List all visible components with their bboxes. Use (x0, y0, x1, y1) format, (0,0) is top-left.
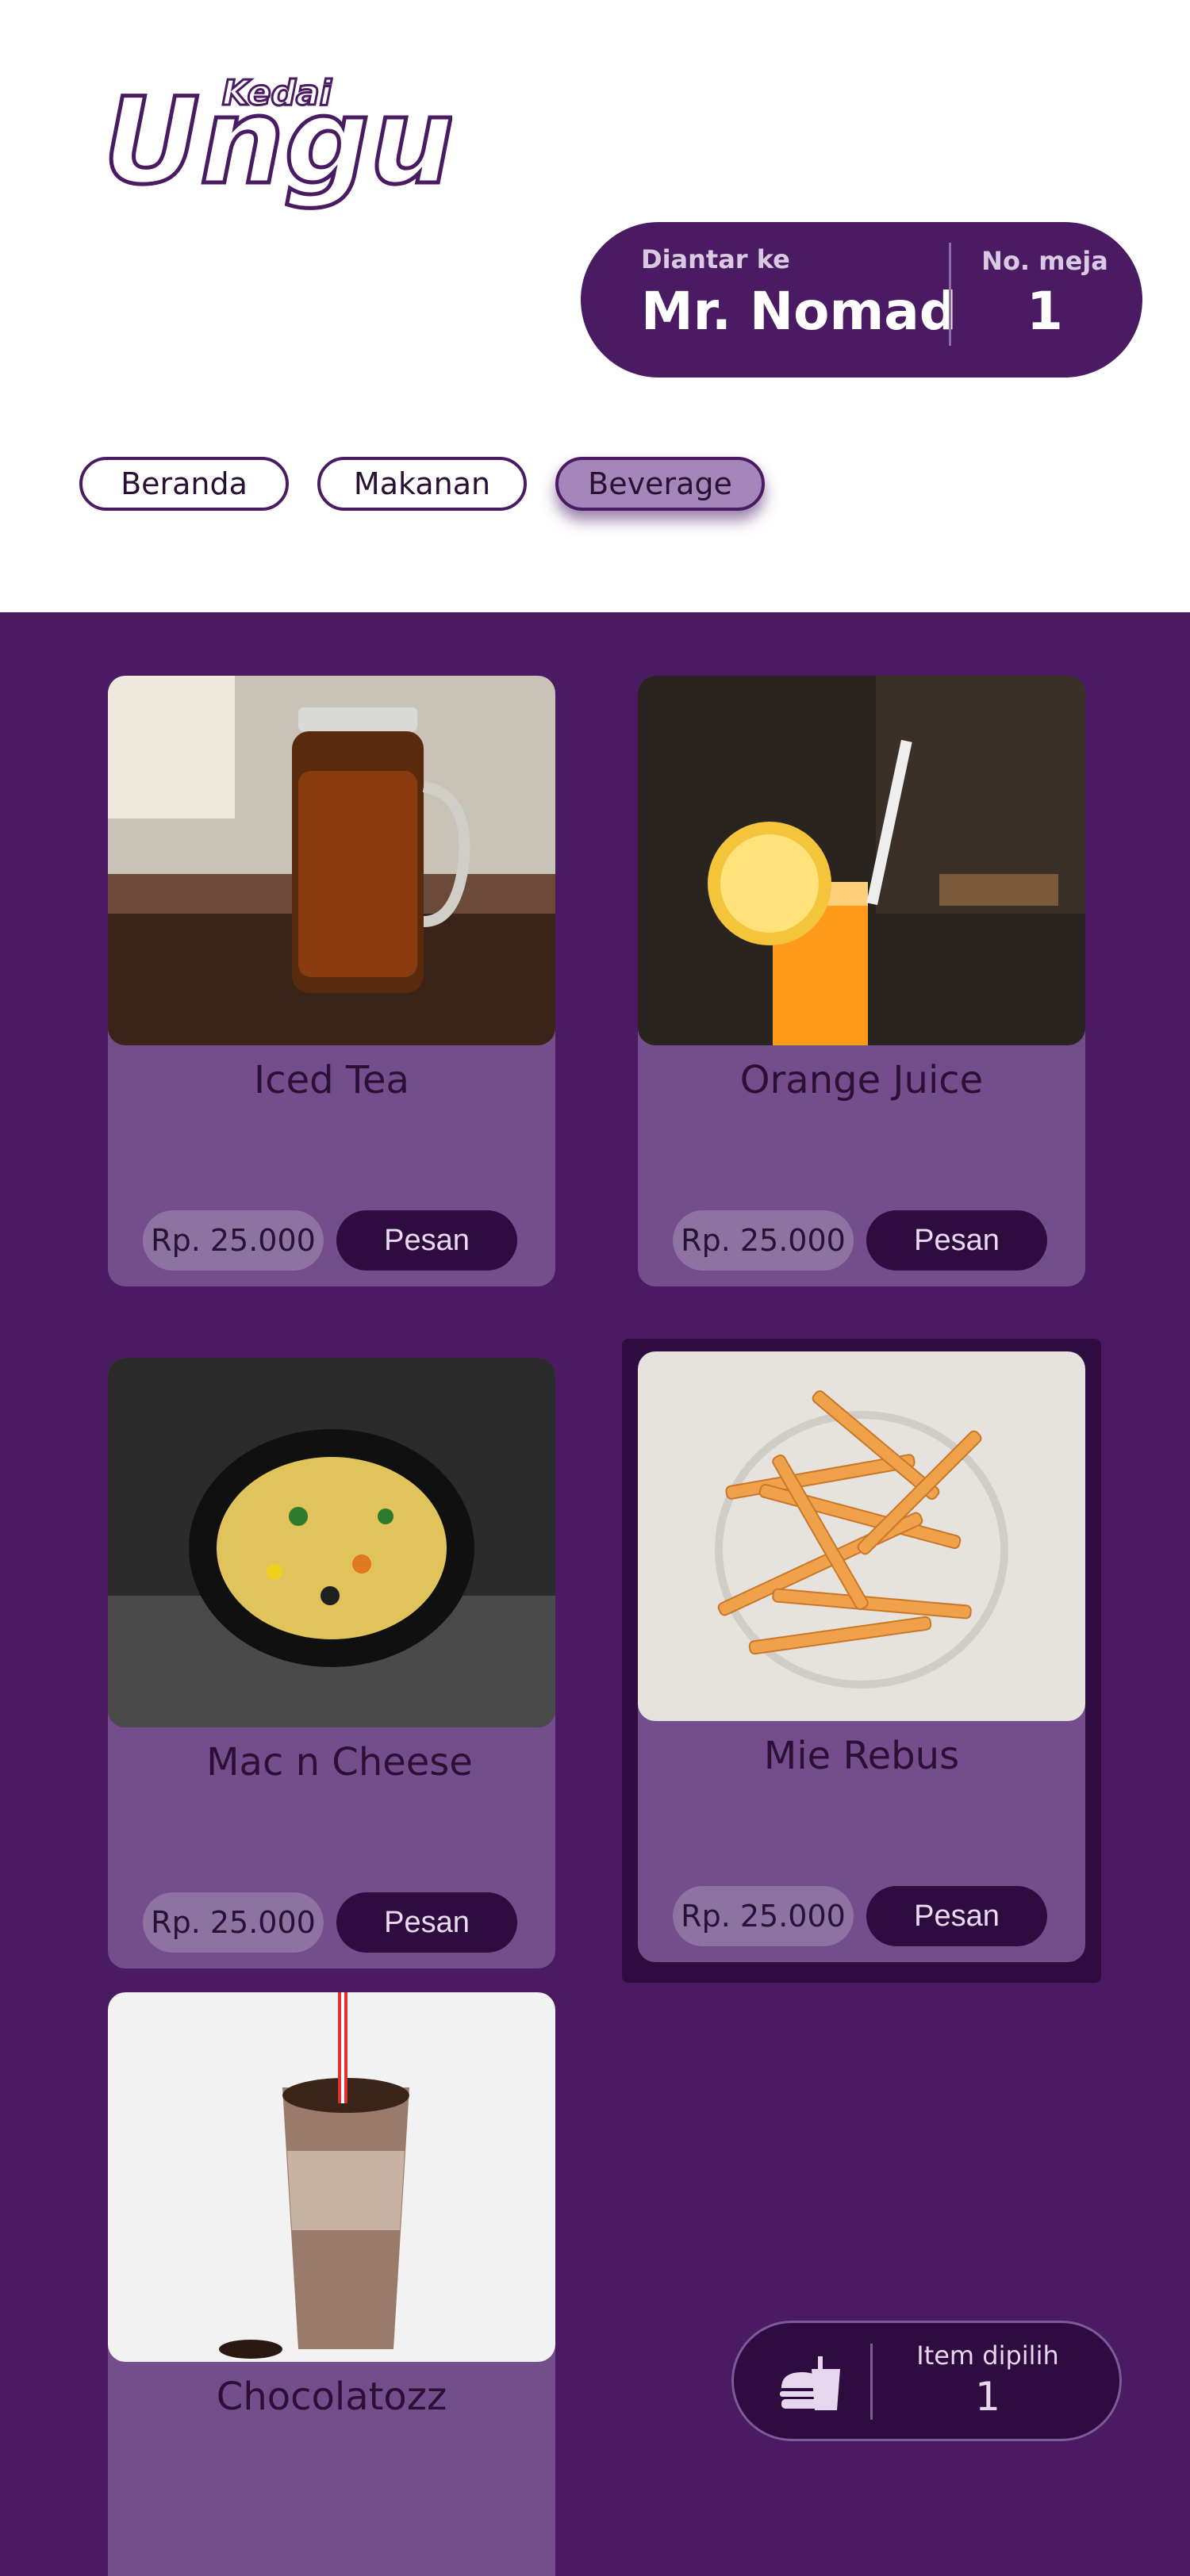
menu-card-iced-tea: Iced Tea Rp. 25.000 Pesan (108, 676, 555, 1286)
header: Kedai Ungu Diantar ke Mr. Nomad No. meja… (0, 0, 1190, 612)
fries-photo (638, 1351, 1085, 1721)
item-name: Mac n Cheese (206, 1740, 473, 1784)
menu-card-mie-rebus: Mie Rebus Rp. 25.000 Pesan (638, 1351, 1085, 1962)
item-name: Mie Rebus (763, 1734, 960, 1778)
svg-text:Ungu: Ungu (103, 73, 452, 211)
order-button[interactable]: Pesan (866, 1210, 1047, 1271)
tab-makanan[interactable]: Makanan (317, 457, 527, 511)
iced-tea-photo (108, 676, 555, 1045)
cart-count: 1 (975, 2374, 1000, 2420)
order-button[interactable]: Pesan (866, 1886, 1047, 1946)
tab-beranda[interactable]: Beranda (79, 457, 289, 511)
cart-summary[interactable]: Item dipilih 1 (731, 2321, 1122, 2441)
price-tag: Rp. 25.000 (143, 1892, 324, 1953)
menu-grid: Iced Tea Rp. 25.000 Pesan Orange Juice R… (0, 612, 1190, 2576)
table-number: 1 (1027, 281, 1063, 342)
delivery-caption: Diantar ke (641, 244, 790, 274)
cart-caption: Item dipilih (916, 2340, 1059, 2371)
mac-n-cheese-photo (108, 1358, 555, 1727)
price-tag: Rp. 25.000 (673, 1886, 854, 1946)
order-button[interactable]: Pesan (336, 1892, 517, 1953)
table-caption: No. meja (981, 246, 1108, 276)
item-name: Orange Juice (739, 1058, 984, 1102)
item-name: Chocolatozz (216, 2375, 447, 2419)
tab-beverage[interactable]: Beverage (555, 457, 765, 511)
order-button[interactable]: Pesan (336, 1210, 517, 1271)
menu-card-chocolatozz: Chocolatozz (108, 1992, 555, 2576)
divider (870, 2344, 873, 2420)
menu-card-mac-n-cheese: Mac n Cheese Rp. 25.000 Pesan (108, 1358, 555, 1968)
kedai-ungu-logo: Kedai Ungu (102, 63, 457, 230)
price-tag: Rp. 25.000 (673, 1210, 854, 1271)
menu-card-orange-juice: Orange Juice Rp. 25.000 Pesan (638, 676, 1085, 1286)
orange-juice-photo (638, 676, 1085, 1045)
category-nav: Beranda Makanan Beverage (79, 457, 765, 511)
delivery-info-panel: Diantar ke Mr. Nomad No. meja 1 (581, 222, 1142, 378)
customer-name: Mr. Nomad (641, 281, 957, 342)
divider (949, 243, 951, 346)
burger-drink-icon (777, 2352, 848, 2415)
chocolate-drink-photo (108, 1992, 555, 2362)
item-name: Iced Tea (254, 1058, 409, 1102)
price-tag: Rp. 25.000 (143, 1210, 324, 1271)
